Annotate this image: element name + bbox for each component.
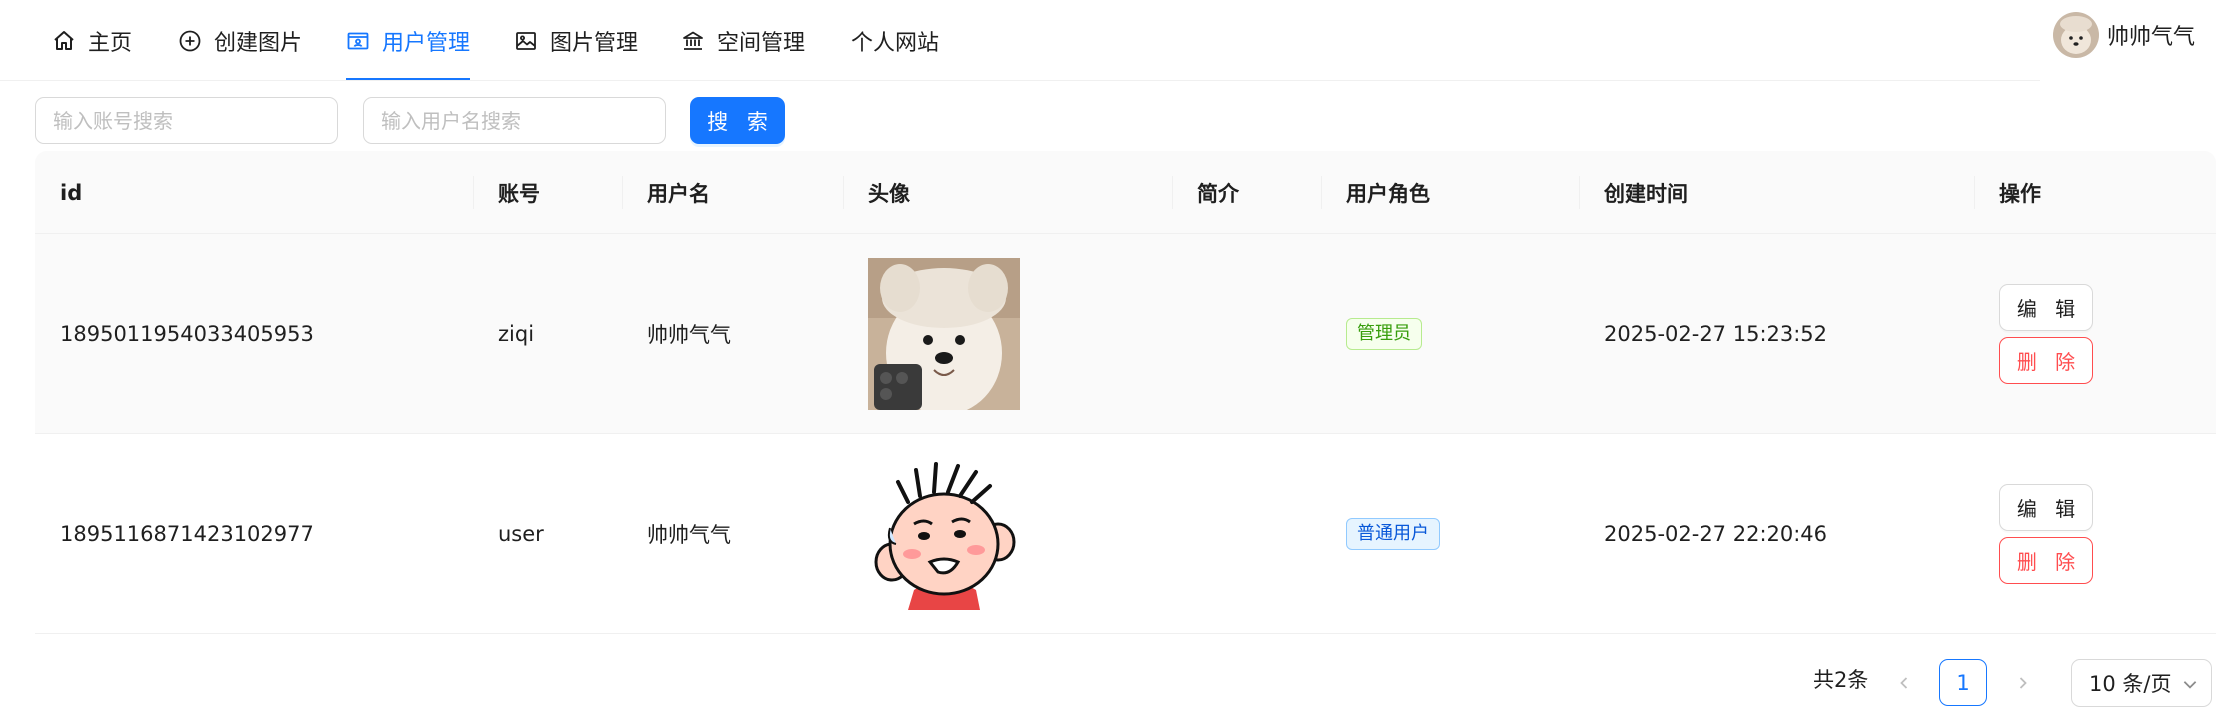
user-name: 帅帅气气 (2106, 25, 2195, 50)
nav-item-label: 图片管理 (550, 30, 639, 56)
column-header-account: 账号 (498, 181, 540, 206)
cell-role: 管理员 (1346, 234, 1422, 434)
dog-photo-avatar (868, 258, 1020, 410)
nav-item-label: 个人网站 (851, 30, 940, 56)
edit-button[interactable]: 编 辑 (1999, 284, 2093, 331)
cell-account: user (498, 522, 544, 546)
idcard-icon (347, 32, 369, 49)
cartoon-boy-avatar (868, 458, 1020, 610)
top-nav: 主页 创建图片 用户管理 图片管理 空间管理 个人网站 帅帅气气 (0, 0, 2225, 81)
column-separator (1172, 176, 1173, 209)
cell-actions: 编 辑 删 除 (1999, 234, 2093, 434)
nav-item-personal-website[interactable]: 个人网站 (851, 0, 939, 81)
username-search-input[interactable] (363, 97, 666, 144)
column-header-id: id (60, 180, 83, 205)
column-header-username: 用户名 (647, 181, 710, 206)
delete-button[interactable]: 删 除 (1999, 537, 2093, 584)
nav-item-label: 主页 (88, 30, 133, 56)
table-row: 1895116871423102977 user 帅帅气气 普通用户 2025-… (35, 434, 2216, 634)
cell-role: 普通用户 (1346, 434, 1440, 634)
cell-actions: 编 辑 删 除 (1999, 434, 2093, 634)
cell-username: 帅帅气气 (647, 523, 731, 547)
chevron-right-icon (2019, 677, 2027, 689)
chevron-left-icon (1900, 677, 1908, 689)
nav-item-label: 空间管理 (717, 30, 806, 56)
picture-icon (516, 31, 536, 50)
column-separator (1974, 176, 1975, 209)
user-table: id 账号 用户名 头像 简介 用户角色 创建时间 操作 18950119540… (35, 151, 2216, 634)
delete-button[interactable]: 删 除 (1999, 337, 2093, 384)
cell-account: ziqi (498, 322, 535, 346)
pagination-total: 共2条 (1813, 668, 1869, 692)
plus-circle-icon (179, 30, 201, 51)
cell-id: 1895116871423102977 (60, 522, 314, 546)
cell-username: 帅帅气气 (647, 323, 731, 347)
table-row: 1895011954033405953 ziqi 帅帅气气 管理员 2025-0… (35, 234, 2216, 434)
edit-button[interactable]: 编 辑 (1999, 484, 2093, 531)
cell-id: 1895011954033405953 (60, 322, 314, 346)
column-separator (473, 176, 474, 209)
account-search-input[interactable] (35, 97, 338, 144)
nav-item-picture-management[interactable]: 图片管理 (514, 0, 638, 81)
column-header-avatar: 头像 (868, 181, 910, 206)
nav-item-label: 创建图片 (214, 30, 303, 56)
user-menu[interactable]: 帅帅气气 (2052, 12, 2195, 58)
page-size-select[interactable]: 10 条/页 (2071, 659, 2212, 707)
pagination-page-item[interactable]: 1 (1939, 659, 1987, 706)
nav-item-home[interactable]: 主页 (52, 0, 132, 81)
pagination-next-button[interactable] (2005, 660, 2041, 706)
nav-item-space-management[interactable]: 空间管理 (681, 0, 805, 81)
pagination-prev-button[interactable] (1886, 660, 1922, 706)
nav-divider (0, 80, 2040, 81)
nav-item-user-management[interactable]: 用户管理 (346, 0, 471, 81)
column-separator (843, 176, 844, 209)
column-header-role: 用户角色 (1346, 181, 1430, 206)
role-tag-admin: 管理员 (1346, 318, 1422, 350)
home-icon (54, 30, 74, 50)
column-separator (1579, 176, 1580, 209)
bank-icon (683, 31, 703, 50)
column-header-actions: 操作 (1999, 181, 2041, 206)
nav-item-label: 用户管理 (382, 30, 471, 56)
cell-created-time: 2025-02-27 15:23:52 (1604, 322, 1828, 346)
column-separator (1321, 176, 1322, 209)
avatar (2052, 12, 2099, 58)
nav-item-create-picture[interactable]: 创建图片 (178, 0, 302, 81)
role-tag-user: 普通用户 (1346, 518, 1440, 550)
table-header: id 账号 用户名 头像 简介 用户角色 创建时间 操作 (35, 151, 2216, 234)
page-size-value: 10 条/页 (2089, 672, 2172, 696)
column-header-created: 创建时间 (1604, 181, 1688, 206)
search-button[interactable]: 搜 索 (690, 97, 785, 144)
cell-created-time: 2025-02-27 22:20:46 (1604, 522, 1828, 546)
chevron-down-icon (2183, 681, 2197, 689)
column-header-profile: 简介 (1197, 181, 1239, 206)
column-separator (622, 176, 623, 209)
